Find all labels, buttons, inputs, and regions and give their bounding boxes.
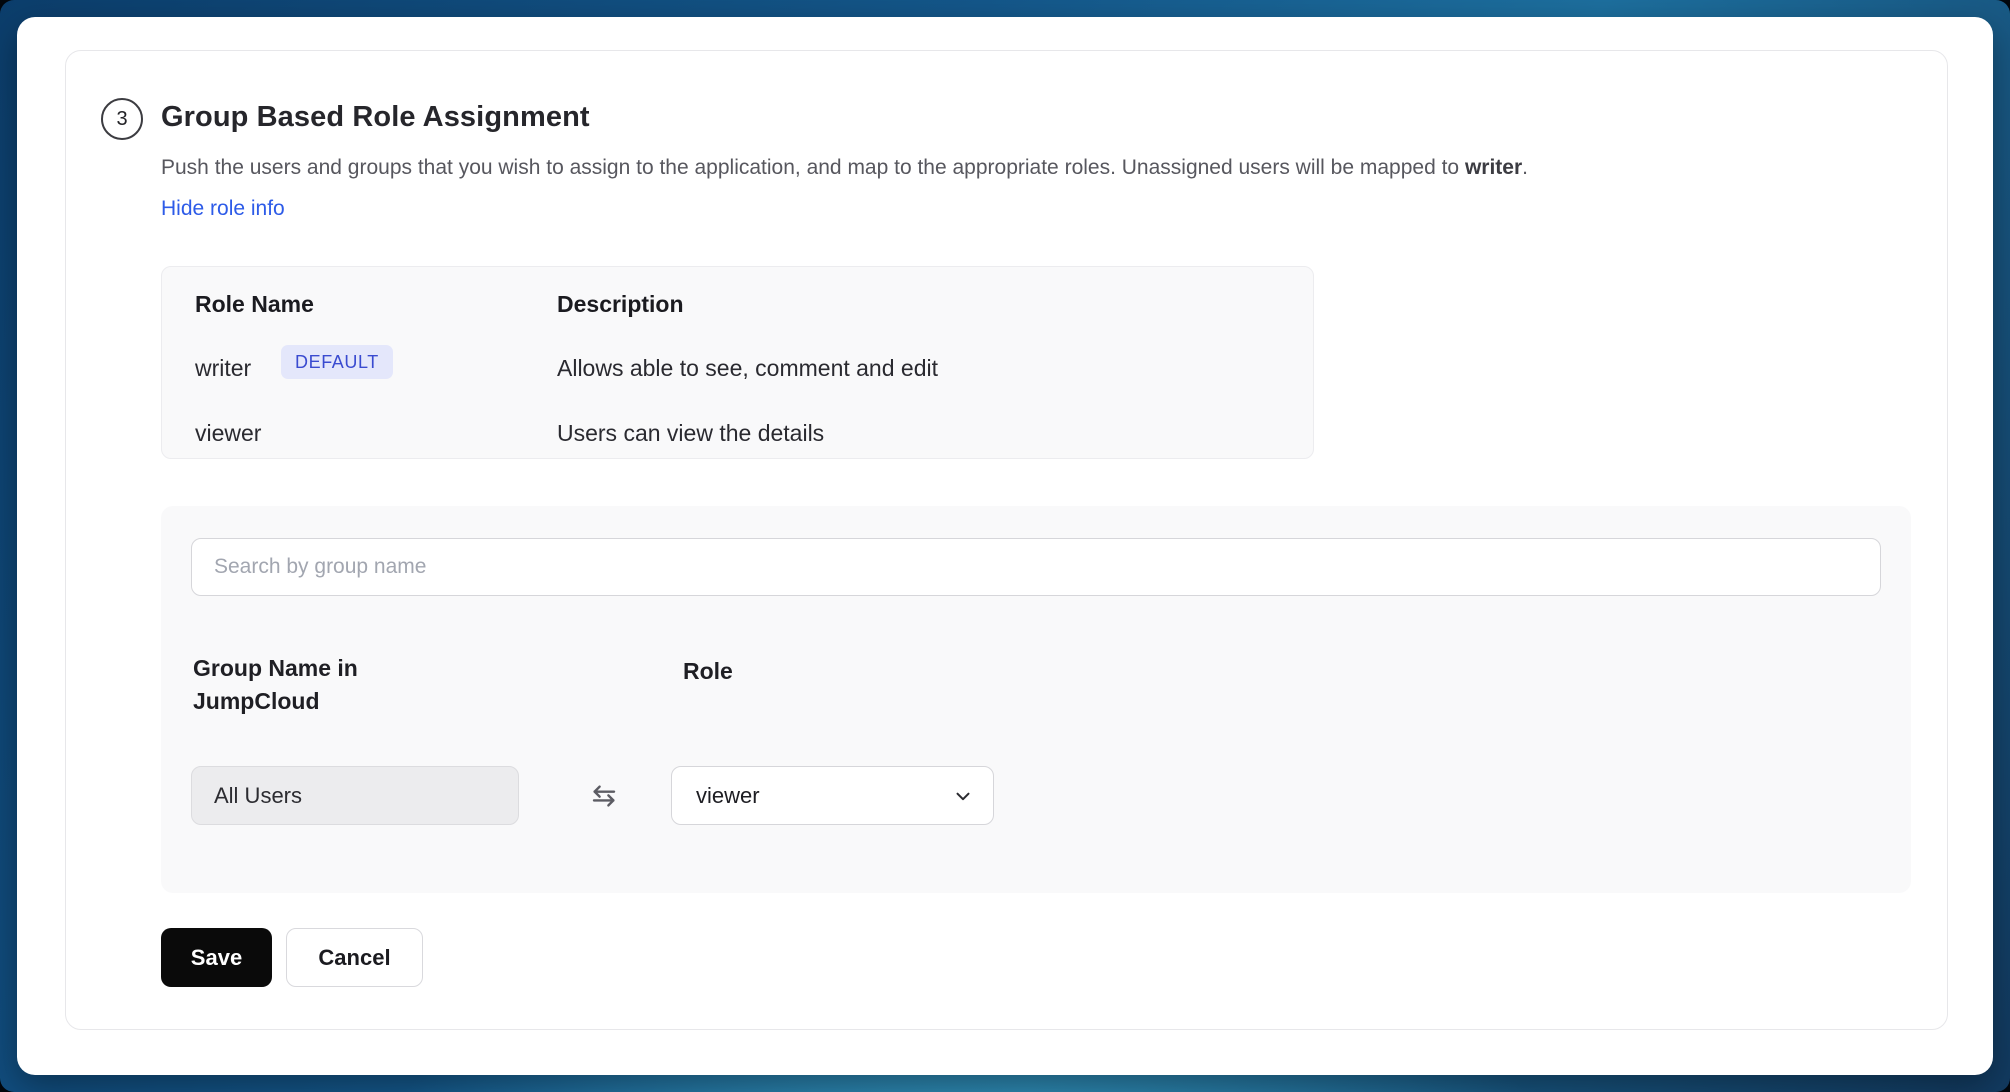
role-info-table: Role Name Description writer DEFAULT All… [161,266,1314,459]
role-assignment-card: 3 Group Based Role Assignment Push the u… [65,50,1948,1030]
role-column-header: Role [683,658,733,685]
step-number-badge: 3 [101,98,143,140]
page-title: Group Based Role Assignment [161,101,590,134]
save-button[interactable]: Save [161,928,272,987]
page-surface: 3 Group Based Role Assignment Push the u… [17,17,1993,1075]
group-search-input[interactable] [191,538,1881,596]
step-number: 3 [116,108,127,131]
description-period: . [1522,156,1528,179]
default-role-name: writer [1465,156,1522,179]
role-name-column-header: Role Name [195,291,314,318]
role-row-name: writer [195,355,251,382]
step-description: Push the users and groups that you wish … [161,154,1931,181]
role-select-wrapper: viewer [671,766,994,825]
group-name-column-header: Group Name in JumpCloud [193,652,408,719]
role-row-description: Allows able to see, comment and edit [557,355,938,382]
group-mapping-row: All Users viewer [191,766,994,825]
group-mapping-panel: Group Name in JumpCloud Role All Users [161,506,1911,893]
default-badge: DEFAULT [281,345,393,379]
swap-horizontal-icon [589,781,619,811]
description-text: Push the users and groups that you wish … [161,156,1465,179]
group-name-field: All Users [191,766,519,825]
group-name-value: All Users [214,783,302,809]
page-frame: 3 Group Based Role Assignment Push the u… [0,0,2010,1092]
role-row-name: viewer [195,420,261,447]
role-select[interactable]: viewer [671,766,994,825]
cancel-button[interactable]: Cancel [286,928,423,987]
description-column-header: Description [557,291,684,318]
hide-role-info-link[interactable]: Hide role info [161,197,285,221]
role-row-description: Users can view the details [557,420,824,447]
